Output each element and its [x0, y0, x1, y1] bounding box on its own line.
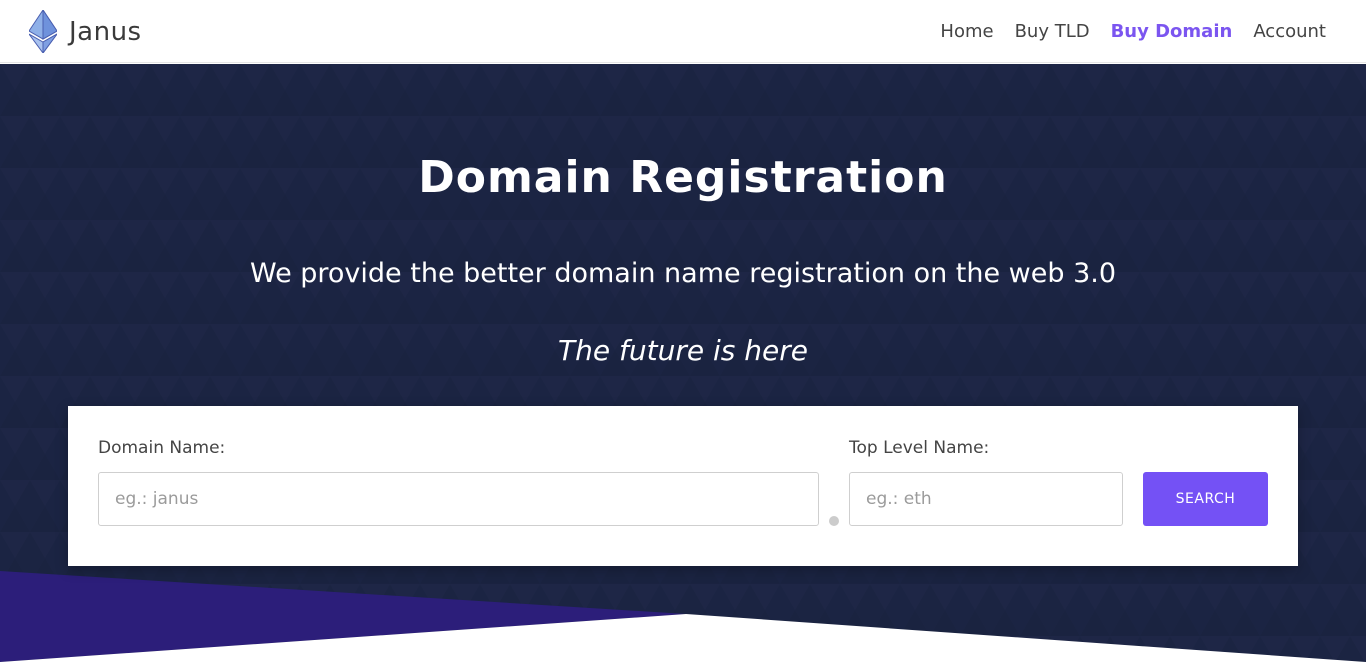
ethereum-diamond-icon — [29, 10, 57, 53]
nav-link-home[interactable]: Home — [940, 21, 993, 42]
hero-section: Domain Registration We provide the bette… — [0, 64, 1366, 662]
top-level-name-label: Top Level Name: — [849, 438, 990, 458]
domain-name-input[interactable] — [98, 472, 819, 526]
nav-link-buy-domain[interactable]: Buy Domain — [1111, 21, 1233, 42]
domain-name-label: Domain Name: — [98, 438, 226, 458]
brand-name: Janus — [69, 16, 142, 47]
brand-home-link[interactable]: Janus — [29, 10, 142, 53]
hero-bottom-shapes — [0, 571, 1366, 662]
dot-separator — [829, 516, 839, 526]
nav-link-buy-tld[interactable]: Buy TLD — [1015, 21, 1090, 42]
main-nav: Home Buy TLD Buy Domain Account — [919, 0, 1326, 63]
nav-link-account[interactable]: Account — [1253, 21, 1326, 42]
top-level-name-input[interactable] — [849, 472, 1123, 526]
top-navbar: Janus Home Buy TLD Buy Domain Account — [0, 0, 1366, 63]
search-button[interactable]: SEARCH — [1143, 472, 1268, 526]
domain-search-form: Domain Name: Top Level Name: SEARCH — [68, 406, 1298, 566]
